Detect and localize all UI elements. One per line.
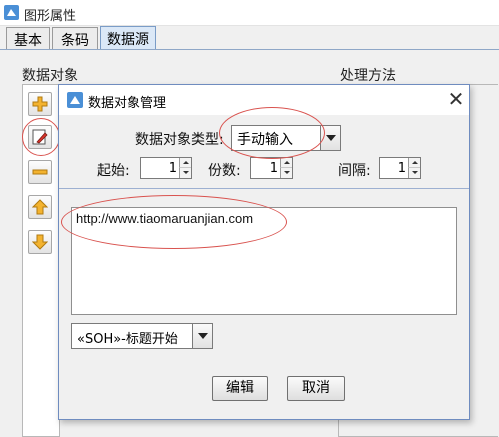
add-button[interactable] [28, 92, 52, 116]
window-title: 图形属性 [24, 9, 77, 24]
start-stepper[interactable]: 1 [140, 157, 192, 179]
stepper-up-icon[interactable] [280, 158, 292, 168]
add-icon [32, 96, 48, 112]
window-title-bar: 图形属性 [0, 0, 499, 26]
remove-icon [32, 169, 48, 175]
interval-value: 1 [397, 161, 406, 176]
data-object-manager-dialog: 数据对象管理 ✕ 数据对象类型: 手动输入 起始: 1 份数: 1 间隔: 1 … [58, 84, 470, 420]
tab-barcode[interactable]: 条码 [52, 27, 98, 49]
chevron-down-icon[interactable] [320, 126, 340, 150]
dialog-app-icon [67, 92, 83, 108]
data-object-type-label: 数据对象类型: [135, 132, 224, 148]
stepper-down-icon[interactable] [280, 168, 292, 178]
move-down-icon [32, 234, 48, 250]
remove-button[interactable] [28, 160, 52, 184]
data-object-type-value: 手动输入 [237, 132, 293, 148]
copies-label: 份数: [208, 163, 241, 179]
control-char-select[interactable]: «SOH»-标题开始 [71, 323, 213, 349]
move-up-button[interactable] [28, 195, 52, 219]
tab-basic[interactable]: 基本 [6, 27, 50, 49]
stepper-up-icon[interactable] [179, 158, 191, 168]
cancel-button[interactable]: 取消 [287, 376, 345, 401]
dialog-separator [59, 188, 469, 189]
dialog-title-bar: 数据对象管理 ✕ [59, 85, 469, 115]
start-label: 起始: [97, 163, 130, 179]
tab-divider [0, 49, 499, 50]
stepper-down-icon[interactable] [179, 168, 191, 178]
dialog-title: 数据对象管理 [88, 96, 167, 111]
move-down-button[interactable] [28, 230, 52, 254]
data-content-textarea[interactable]: http://www.tiaomaruanjian.com [71, 207, 457, 315]
processing-section-label: 处理方法 [340, 68, 396, 84]
data-object-section-label: 数据对象 [22, 68, 78, 84]
stepper-up-icon[interactable] [408, 158, 420, 168]
data-content-text: http://www.tiaomaruanjian.com [76, 211, 254, 226]
move-up-icon [32, 199, 48, 215]
copies-value: 1 [269, 161, 278, 176]
interval-label: 间隔: [338, 163, 371, 179]
data-object-type-select[interactable]: 手动输入 [231, 125, 341, 151]
tab-data-source[interactable]: 数据源 [100, 26, 156, 50]
start-value: 1 [168, 161, 177, 176]
app-icon [4, 5, 19, 20]
stepper-down-icon[interactable] [408, 168, 420, 178]
edit-button[interactable] [28, 125, 52, 149]
close-icon[interactable]: ✕ [445, 87, 467, 111]
copies-stepper[interactable]: 1 [250, 157, 293, 179]
edit-dialog-button[interactable]: 编辑 [212, 376, 268, 401]
control-char-value: «SOH»-标题开始 [77, 332, 178, 347]
chevron-down-icon[interactable] [192, 324, 212, 348]
interval-stepper[interactable]: 1 [379, 157, 421, 179]
edit-icon [32, 129, 48, 145]
